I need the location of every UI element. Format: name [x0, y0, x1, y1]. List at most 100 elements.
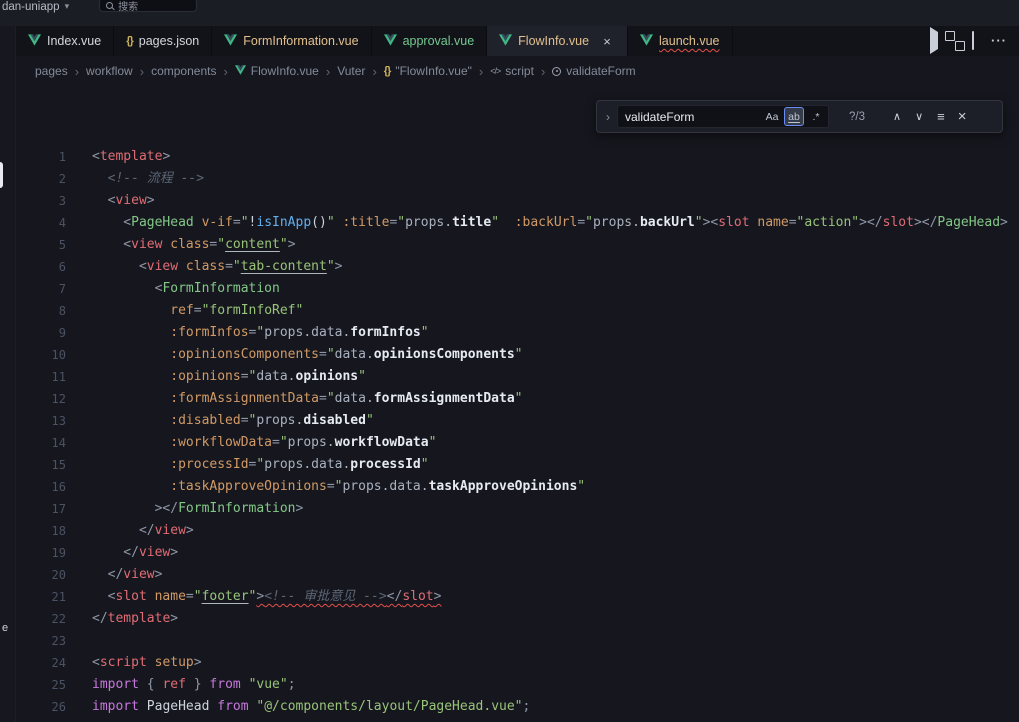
- command-center-search[interactable]: 搜索: [99, 0, 197, 12]
- line-number[interactable]: 7: [16, 278, 66, 300]
- breadcrumb-item-workflow[interactable]: workflow: [86, 64, 133, 78]
- line-number[interactable]: 4: [16, 212, 66, 234]
- code-line[interactable]: 15:processId="props.data.processId": [16, 454, 1019, 476]
- workspace-menu[interactable]: dan-uniapp ▾: [2, 0, 69, 14]
- code-text[interactable]: ></FormInformation>: [92, 498, 303, 520]
- editor-pane[interactable]: 1 <template> 2 <!-- 流程 --> 3 <view> 4 <PageHead…: [16, 86, 1019, 722]
- close-tab-icon[interactable]: ×: [599, 34, 615, 49]
- code-line[interactable]: 18 </view>: [16, 520, 1019, 542]
- code-text[interactable]: </view>: [92, 564, 162, 586]
- code-line[interactable]: 10 :opinionsComponents="data.opinionsComp…: [16, 344, 1019, 366]
- tab-index-vue[interactable]: Index.vue: [16, 26, 114, 56]
- code-line[interactable]: 14 :workflowData="props.workflowData": [16, 432, 1019, 454]
- line-number[interactable]: 18: [16, 520, 66, 542]
- code-text[interactable]: <PageHead v-if="!isInApp()" :title="prop…: [92, 212, 1008, 234]
- code-text[interactable]: :workflowData="props.workflowData": [92, 432, 436, 454]
- line-number[interactable]: 5: [16, 234, 66, 256]
- code-line[interactable]: 4 <PageHead v-if="!isInApp()" :title="pro…: [16, 212, 1019, 234]
- line-number[interactable]: 21: [16, 586, 66, 608]
- code-line[interactable]: 17 ></FormInformation>: [16, 498, 1019, 520]
- code-line[interactable]: 19 </view>: [16, 542, 1019, 564]
- code-text[interactable]: :formAssignmentData="data.formAssignment…: [92, 388, 523, 410]
- line-number[interactable]: 16: [16, 476, 66, 498]
- code-text[interactable]: import { ref } from "vue";: [92, 674, 296, 696]
- line-number[interactable]: 11: [16, 366, 66, 388]
- code-line[interactable]: 12:formAssignmentData="data.formAssignme…: [16, 388, 1019, 410]
- breadcrumb-item-pages[interactable]: pages: [35, 64, 68, 78]
- code-line[interactable]: 5 <view class="content">: [16, 234, 1019, 256]
- line-number[interactable]: 1: [16, 146, 66, 168]
- close-find-icon[interactable]: ×: [958, 108, 967, 125]
- code-text[interactable]: </view>: [92, 520, 194, 542]
- line-number[interactable]: 10: [16, 344, 66, 366]
- code-text[interactable]: <FormInformation: [92, 278, 280, 300]
- tab-forminformation-vue[interactable]: FormInformation.vue: [212, 26, 371, 56]
- toggle-replace-icon[interactable]: ›: [601, 110, 615, 124]
- whole-word-toggle[interactable]: ab: [784, 107, 804, 126]
- split-editor-icon[interactable]: [972, 32, 974, 50]
- code-text[interactable]: <!-- 流程 -->: [92, 168, 204, 190]
- breadcrumb-item-script[interactable]: </>script: [490, 64, 534, 78]
- line-number[interactable]: 17: [16, 498, 66, 520]
- code-text[interactable]: :processId="props.data.processId": [92, 454, 429, 476]
- tab-flowinfo-vue[interactable]: FlowInfo.vue×: [487, 26, 628, 56]
- code-text[interactable]: :disabled="props.disabled": [92, 410, 374, 432]
- code-text[interactable]: <script setup>: [92, 652, 202, 674]
- breadcrumb-item-components[interactable]: components: [151, 64, 216, 78]
- code-line[interactable]: 2 <!-- 流程 -->: [16, 168, 1019, 190]
- breadcrumb-item-validateform[interactable]: validateForm: [552, 64, 635, 78]
- line-number[interactable]: 2: [16, 168, 66, 190]
- code-text[interactable]: :formInfos="props.data.formInfos": [92, 322, 429, 344]
- code-line[interactable]: 1 <template>: [16, 146, 1019, 168]
- code-text[interactable]: <slot name="footer"><!-- 审批意见 --></slot>: [92, 586, 441, 608]
- code-text[interactable]: ref="formInfoRef": [92, 300, 303, 322]
- code-text[interactable]: </template>: [92, 608, 178, 630]
- find-input-box[interactable]: Aaab.*: [617, 105, 829, 128]
- find-input[interactable]: [625, 110, 741, 124]
- code-text[interactable]: :opinions="data.opinions": [92, 366, 366, 388]
- line-number[interactable]: 26: [16, 696, 66, 718]
- line-number[interactable]: 24: [16, 652, 66, 674]
- code-text[interactable]: :taskApproveOpinions="props.data.taskApp…: [92, 476, 585, 498]
- code-text[interactable]: import PageHead from "@/components/layou…: [92, 696, 530, 718]
- line-number[interactable]: 22: [16, 608, 66, 630]
- more-actions-icon[interactable]: ···: [991, 32, 1007, 50]
- line-number[interactable]: 6: [16, 256, 66, 278]
- code-text[interactable]: <template>: [92, 146, 170, 168]
- tab-approval-vue[interactable]: approval.vue: [372, 26, 488, 56]
- regex-toggle[interactable]: .*: [806, 107, 826, 126]
- line-number[interactable]: 3: [16, 190, 66, 212]
- code-line[interactable]: 11 :opinions="data.opinions": [16, 366, 1019, 388]
- code-text[interactable]: :opinionsComponents="data.opinionsCompon…: [92, 344, 523, 366]
- code-line[interactable]: 8 ref="formInfoRef": [16, 300, 1019, 322]
- code-line[interactable]: 22 </template>: [16, 608, 1019, 630]
- tab-pages-json[interactable]: {}pages.json: [114, 26, 212, 56]
- code-line[interactable]: 7 <FormInformation: [16, 278, 1019, 300]
- line-number[interactable]: 8: [16, 300, 66, 322]
- code-line[interactable]: 16 :taskApproveOpinions="props.data.taskA…: [16, 476, 1019, 498]
- code-line[interactable]: 26 import PageHead from "@/components/lay…: [16, 696, 1019, 718]
- code-line[interactable]: 23: [16, 630, 1019, 652]
- code-line[interactable]: 24 <script setup>: [16, 652, 1019, 674]
- next-match-icon[interactable]: ∨: [915, 110, 923, 123]
- code-line[interactable]: 21 <slot name="footer"><!-- 审批意见 --></slo…: [16, 586, 1019, 608]
- code-text[interactable]: <view class="tab-content">: [92, 256, 342, 278]
- line-number[interactable]: 14: [16, 432, 66, 454]
- line-number[interactable]: 19: [16, 542, 66, 564]
- code-text[interactable]: <view>: [92, 190, 155, 212]
- code-line[interactable]: 9 :formInfos="props.data.formInfos": [16, 322, 1019, 344]
- line-number[interactable]: 25: [16, 674, 66, 696]
- code-text[interactable]: <view class="content">: [92, 234, 296, 256]
- line-number[interactable]: 20: [16, 564, 66, 586]
- breadcrumb-item--flowinfo-vue-[interactable]: {}"FlowInfo.vue": [384, 64, 472, 78]
- run-icon[interactable]: [930, 32, 938, 50]
- line-number[interactable]: 9: [16, 322, 66, 344]
- code-line[interactable]: 13 :disabled="props.disabled": [16, 410, 1019, 432]
- find-in-selection-icon[interactable]: ≡: [937, 109, 945, 124]
- previous-match-icon[interactable]: ∧: [893, 110, 901, 123]
- line-number[interactable]: 23: [16, 630, 66, 652]
- line-number[interactable]: 13: [16, 410, 66, 432]
- code-line[interactable]: 25 import { ref } from "vue";: [16, 674, 1019, 696]
- code-text[interactable]: </view>: [92, 542, 178, 564]
- breadcrumb-item-flowinfo-vue[interactable]: FlowInfo.vue: [235, 64, 319, 78]
